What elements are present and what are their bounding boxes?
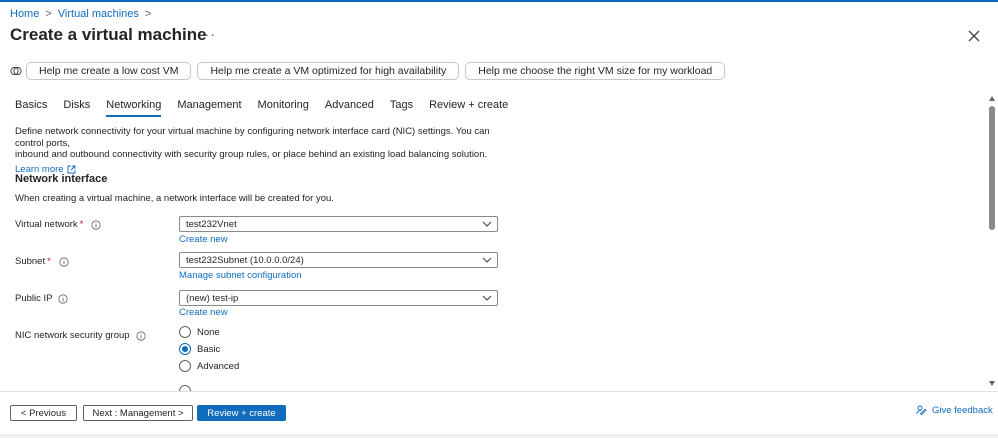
page-title: Create a virtual machine: [10, 25, 207, 44]
window-bottom-edge: [0, 434, 998, 438]
tab-networking[interactable]: Networking: [106, 99, 162, 117]
top-accent-line: [0, 0, 998, 2]
network-interface-description: When creating a virtual machine, a netwo…: [15, 193, 334, 204]
required-asterisk: *: [47, 256, 51, 267]
public-ip-dropdown[interactable]: (new) test-ip: [179, 290, 498, 306]
subnet-value: test232Subnet (10.0.0.0/24): [186, 254, 304, 266]
nsg-option-basic[interactable]: Basic: [179, 343, 220, 355]
tab-review-create[interactable]: Review + create: [429, 99, 508, 117]
nsg-option-advanced[interactable]: Advanced: [179, 360, 239, 372]
intro-text: Define network connectivity for your vir…: [15, 126, 515, 161]
info-icon[interactable]: [59, 256, 69, 267]
nsg-option-none-label: None: [197, 326, 220, 338]
footer-bar: < Previous Next : Management > Review + …: [0, 391, 998, 438]
virtual-network-value: test232Vnet: [186, 218, 237, 230]
more-options-button[interactable]: ···: [199, 26, 216, 42]
networking-form: Define network connectivity for your vir…: [15, 126, 975, 391]
tab-disks[interactable]: Disks: [63, 99, 90, 117]
manage-subnet-configuration-link[interactable]: Manage subnet configuration: [179, 270, 302, 281]
nic-nsg-label: NIC network security group: [15, 330, 146, 341]
nic-nsg-label-text: NIC network security group: [15, 330, 130, 341]
subnet-label-text: Subnet: [15, 256, 46, 267]
tab-bar: Basics Disks Networking Management Monit…: [15, 99, 524, 117]
previous-button[interactable]: < Previous: [10, 405, 77, 421]
nsg-option-basic-label: Basic: [197, 343, 221, 355]
subnet-label: Subnet *: [15, 256, 69, 267]
scroll-up-arrow-icon[interactable]: [989, 96, 995, 101]
give-feedback-label: Give feedback: [932, 405, 993, 416]
radio-unchecked-icon: [179, 326, 191, 338]
vertical-scrollbar[interactable]: [987, 96, 997, 388]
breadcrumb-virtual-machines[interactable]: Virtual machines: [58, 8, 139, 20]
copilot-suggestions: Help me create a low cost VM Help me cre…: [10, 62, 731, 80]
feedback-icon: [916, 405, 927, 416]
radio-unchecked-icon: [179, 360, 191, 372]
public-ip-label: Public IP: [15, 293, 68, 304]
chevron-down-icon: [482, 221, 492, 227]
info-icon[interactable]: [91, 219, 101, 230]
tab-advanced[interactable]: Advanced: [325, 99, 374, 117]
subnet-dropdown[interactable]: test232Subnet (10.0.0.0/24): [179, 252, 498, 268]
breadcrumb: Home > Virtual machines >: [10, 8, 157, 20]
breadcrumb-separator: >: [144, 8, 152, 20]
suggestion-high-availability-vm[interactable]: Help me create a VM optimized for high a…: [197, 62, 460, 80]
scroll-down-arrow-icon[interactable]: [989, 381, 995, 386]
close-icon[interactable]: [966, 28, 982, 44]
review-create-button[interactable]: Review + create: [197, 405, 286, 421]
chevron-down-icon: [482, 257, 492, 263]
radio-checked-icon: [179, 343, 191, 355]
info-icon[interactable]: [135, 330, 146, 341]
breadcrumb-separator: >: [45, 8, 52, 20]
nsg-option-none[interactable]: None: [179, 326, 220, 338]
give-feedback-link[interactable]: Give feedback: [916, 405, 993, 416]
suggestion-vm-size[interactable]: Help me choose the right VM size for my …: [465, 62, 726, 80]
tab-basics[interactable]: Basics: [15, 99, 47, 117]
next-management-button[interactable]: Next : Management >: [83, 405, 193, 421]
public-ip-label-text: Public IP: [15, 293, 53, 304]
suggestion-low-cost-vm[interactable]: Help me create a low cost VM: [26, 62, 192, 80]
tab-management[interactable]: Management: [177, 99, 241, 117]
virtual-network-label: Virtual network *: [15, 219, 101, 230]
tab-tags[interactable]: Tags: [390, 99, 413, 117]
required-asterisk: *: [79, 219, 84, 230]
public-ip-value: (new) test-ip: [186, 292, 239, 304]
breadcrumb-home[interactable]: Home: [10, 8, 39, 20]
create-new-virtual-network-link[interactable]: Create new: [179, 234, 228, 245]
create-new-public-ip-link[interactable]: Create new: [179, 307, 228, 318]
nsg-option-advanced-label: Advanced: [197, 360, 240, 372]
tab-monitoring[interactable]: Monitoring: [258, 99, 309, 117]
network-interface-heading: Network interface: [15, 173, 108, 185]
copilot-icon: [10, 66, 22, 76]
info-icon[interactable]: [57, 293, 68, 304]
intro-line-1: Define network connectivity for your vir…: [15, 126, 490, 149]
chevron-down-icon: [482, 295, 492, 301]
scroll-thumb[interactable]: [989, 106, 995, 230]
virtual-network-label-text: Virtual network: [15, 219, 78, 230]
virtual-network-dropdown[interactable]: test232Vnet: [179, 216, 498, 232]
intro-line-2: inbound and outbound connectivity with s…: [15, 149, 488, 160]
